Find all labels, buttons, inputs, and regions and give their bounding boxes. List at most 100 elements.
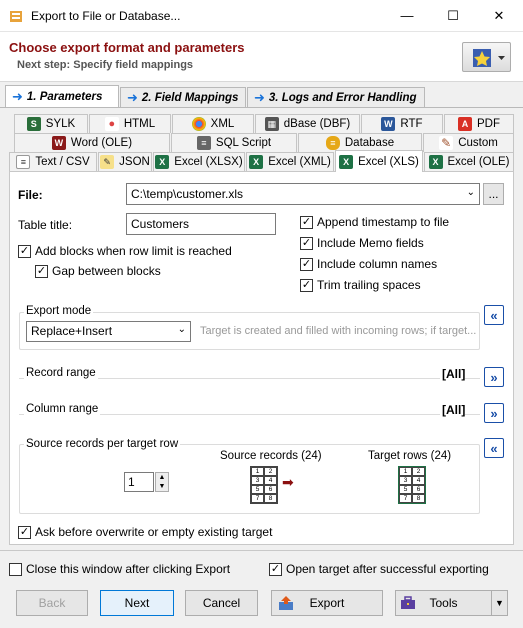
tab-label: Excel (XLS) (358, 155, 419, 168)
tab-label: Excel (XLSX) (174, 156, 243, 168)
page-title: Choose export format and parameters (9, 40, 245, 55)
tab-excel-xlsx[interactable]: X Excel (XLSX) (153, 152, 245, 171)
record-range-label: Record range (24, 367, 98, 379)
tab-html[interactable]: ● HTML (89, 114, 171, 133)
excel-icon: X (249, 155, 264, 169)
ask-overwrite-label: Ask before overwrite or empty existing t… (35, 525, 273, 539)
page-subtitle: Next step: Specify field mappings (17, 59, 194, 71)
tab-sql-script[interactable]: ≡ SQL Script (171, 133, 297, 152)
tab-logs-error-handling[interactable]: ➜ 3. Logs and Error Handling (247, 87, 425, 107)
dbase-icon: ▦ (264, 117, 279, 131)
json-icon: ✎ (100, 155, 115, 169)
tab-label: 1. Parameters (26, 90, 103, 103)
title-bar: Export to File or Database... — ☐ ✕ (0, 0, 523, 32)
export-icon (278, 595, 294, 614)
tab-dbase[interactable]: ▦ dBase (DBF) (255, 114, 360, 133)
tools-button[interactable]: Tools (395, 590, 492, 616)
excel-icon: X (428, 155, 443, 169)
tab-excel-xls[interactable]: X Excel (XLS) (335, 150, 423, 172)
collapse-export-mode-icon[interactable]: « (484, 305, 504, 325)
footer-divider (0, 550, 523, 551)
back-button[interactable]: Back (16, 590, 88, 616)
file-path-combo[interactable]: C:\temp\customer.xls ⌄ (126, 183, 480, 205)
close-button[interactable]: ✕ (476, 0, 522, 31)
source-records-grid: 12 34 56 78 (250, 466, 278, 504)
tab-label: Text / CSV (35, 156, 90, 168)
append-timestamp-checkbox[interactable]: ✓ (300, 216, 313, 229)
gap-between-label: Gap between blocks (52, 264, 161, 278)
record-range-value: [All] (440, 367, 466, 381)
table-title-input[interactable]: Customers (126, 213, 276, 235)
export-mode-select[interactable]: Replace+Insert ⌄ (26, 321, 191, 342)
source-per-target-input[interactable]: 1 (124, 472, 154, 492)
arrow-right-icon: ➜ (127, 89, 138, 105)
tab-field-mappings[interactable]: ➜ 2. Field Mappings (120, 87, 246, 107)
tab-label: Word (OLE) (70, 137, 133, 149)
target-rows-grid: 12 34 56 78 (398, 466, 426, 504)
tab-excel-xml[interactable]: X Excel (XML) (246, 152, 334, 171)
next-button[interactable]: Next (100, 590, 174, 616)
include-memo-checkbox[interactable]: ✓ (300, 237, 313, 250)
window-title: Export to File or Database... (31, 9, 181, 23)
tab-label: Custom (458, 137, 498, 149)
open-target-checkbox[interactable]: ✓ (269, 563, 282, 576)
tab-label: 2. Field Mappings (141, 91, 239, 104)
cancel-button[interactable]: Cancel (185, 590, 258, 616)
tab-label: dBase (DBF) (283, 118, 351, 130)
toolbox-icon (400, 595, 416, 614)
tab-label: 3. Logs and Error Handling (268, 91, 417, 104)
expand-column-range-icon[interactable]: » (484, 403, 504, 423)
tab-custom[interactable]: ✎ Custom (423, 133, 514, 152)
word-icon: W (51, 136, 66, 150)
maximize-button[interactable]: ☐ (430, 0, 476, 31)
custom-icon: ✎ (439, 136, 454, 150)
trim-spaces-checkbox[interactable]: ✓ (300, 279, 313, 292)
tab-xml[interactable]: XML (172, 114, 254, 133)
tools-dropdown-icon[interactable]: ▼ (491, 590, 508, 616)
sylk-icon: S (26, 117, 41, 131)
tab-excel-ole[interactable]: X Excel (OLE) (424, 152, 514, 171)
export-mode-label: Export mode (24, 305, 94, 317)
collapse-source-per-target-icon[interactable]: « (484, 438, 504, 458)
column-range-value: [All] (440, 403, 466, 417)
tab-json[interactable]: ✎ JSON (98, 152, 152, 171)
close-window-label: Close this window after clicking Export (26, 562, 231, 576)
tab-word-ole[interactable]: W Word (OLE) (14, 133, 170, 152)
expand-record-range-icon[interactable]: » (484, 367, 504, 387)
database-icon: ≡ (325, 136, 340, 150)
export-mode-value: Replace+Insert (31, 324, 113, 338)
tab-label: RTF (400, 118, 423, 130)
tab-divider (0, 107, 523, 108)
add-blocks-checkbox[interactable]: ✓ (18, 245, 31, 258)
spinner-stepper[interactable]: ▲ ▼ (155, 472, 169, 492)
ask-overwrite-checkbox[interactable]: ✓ (18, 526, 31, 539)
export-button[interactable]: Export (271, 590, 383, 616)
tab-label: Excel (XML) (268, 156, 331, 168)
append-timestamp-label: Append timestamp to file (317, 215, 450, 229)
trim-spaces-label: Trim trailing spaces (317, 278, 421, 292)
close-window-checkbox[interactable] (9, 563, 22, 576)
tab-label: Database (344, 137, 395, 149)
pdf-icon: A (458, 117, 472, 131)
tab-rtf[interactable]: W RTF (361, 114, 443, 133)
tab-label: PDF (477, 118, 500, 130)
star-icon (473, 49, 505, 67)
tab-label: XML (210, 118, 235, 130)
minimize-button[interactable]: — (384, 0, 430, 31)
tab-label: HTML (123, 118, 156, 130)
gap-between-checkbox[interactable]: ✓ (35, 265, 48, 278)
source-per-target-label: Source records per target row (24, 438, 181, 450)
app-icon (9, 9, 23, 23)
include-colnames-checkbox[interactable]: ✓ (300, 258, 313, 271)
tab-label: SYLK (45, 118, 76, 130)
html-icon: ● (104, 117, 119, 131)
tab-pdf[interactable]: A PDF (444, 114, 514, 133)
chevron-down-icon: ⌄ (466, 187, 475, 198)
tab-parameters[interactable]: ➜ 1. Parameters (5, 85, 119, 107)
include-memo-label: Include Memo fields (317, 236, 424, 250)
include-colnames-label: Include column names (317, 257, 438, 271)
tab-sylk[interactable]: S SYLK (14, 114, 88, 133)
browse-button[interactable]: ... (483, 183, 504, 205)
favorites-button[interactable] (462, 42, 511, 72)
tab-text-csv[interactable]: ≡ Text / CSV (9, 152, 97, 171)
